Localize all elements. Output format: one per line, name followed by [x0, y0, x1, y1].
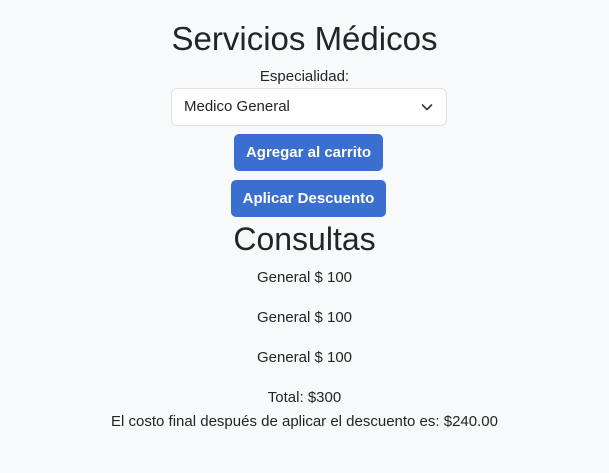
- specialty-selected-value: Medico General: [184, 98, 290, 115]
- apply-discount-button[interactable]: Aplicar Descuento: [231, 180, 386, 217]
- page: Servicios Médicos Especialidad: Medico G…: [0, 0, 609, 473]
- final-cost-text: El costo final después de aplicar el des…: [111, 413, 498, 430]
- list-item: General $ 100: [256, 349, 353, 366]
- chevron-down-icon: [421, 104, 433, 111]
- page-title: Servicios Médicos: [171, 20, 438, 57]
- specialty-label: Especialidad:: [259, 68, 350, 85]
- add-to-cart-button[interactable]: Agregar al carrito: [234, 134, 383, 171]
- specialty-select[interactable]: Medico General: [171, 88, 447, 126]
- list-item: General $ 100: [256, 269, 353, 286]
- consultations-title: Consultas: [233, 221, 376, 257]
- list-item: General $ 100: [256, 309, 353, 326]
- total-text: Total: $300: [267, 389, 342, 406]
